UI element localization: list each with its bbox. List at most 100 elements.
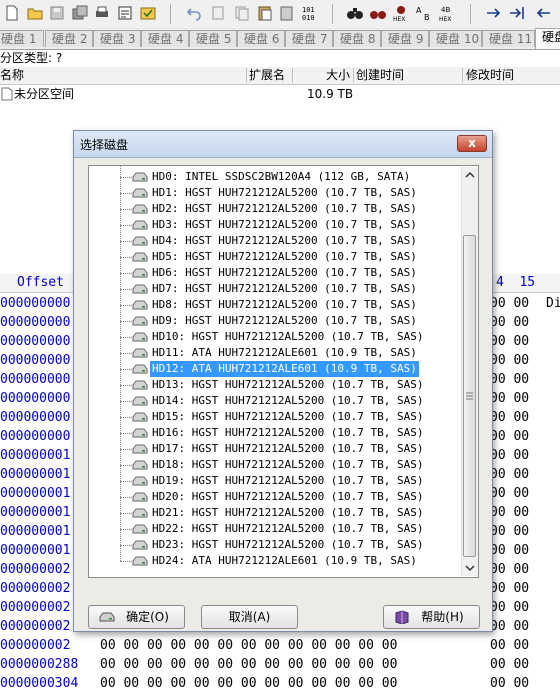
disk-list-item[interactable]: HD18: HGST HUH721212AL5200 (10.7 TB, SAS… — [89, 457, 462, 473]
disk-list-item[interactable]: HD15: HGST HUH721212AL5200 (10.7 TB, SAS… — [89, 409, 462, 425]
row-bytes-right[interactable]: 00 00 — [490, 313, 529, 332]
disk-list-item[interactable]: HD17: HGST HUH721212AL5200 (10.7 TB, SAS… — [89, 441, 462, 457]
close-button[interactable]: x — [457, 135, 487, 152]
disk-list-item[interactable]: HD11: ATA HUH721212ALE601 (10.9 TB, SAS) — [89, 345, 462, 361]
row-bytes-right[interactable]: 00 00 — [490, 351, 529, 370]
disk-list-item[interactable]: HD3: HGST HUH721212AL5200 (10.7 TB, SAS) — [89, 217, 462, 233]
go-forward-icon[interactable] — [485, 4, 503, 22]
row-bytes-right[interactable]: 00 00 — [490, 427, 529, 446]
disk-list-item[interactable]: HD10: HGST HUH721212AL5200 (10.7 TB, SAS… — [89, 329, 462, 345]
ok-button[interactable]: 确定(O) — [88, 605, 185, 629]
save-icon[interactable] — [48, 4, 66, 22]
help-button[interactable]: 帮助(H) — [383, 605, 480, 629]
cancel-button[interactable]: 取消(A) — [201, 605, 298, 629]
disk-list-item[interactable]: HD19: HGST HUH721212AL5200 (10.7 TB, SAS… — [89, 473, 462, 489]
vertical-scrollbar[interactable] — [461, 167, 478, 576]
tab-disk-3[interactable]: 硬盘 3 — [93, 30, 141, 47]
row-bytes-right[interactable]: 00 00 — [490, 446, 529, 465]
tab-disk-4[interactable]: 硬盘 4 — [141, 30, 189, 47]
disk-list-item[interactable]: HD4: HGST HUH721212AL5200 (10.7 TB, SAS) — [89, 233, 462, 249]
tab-disk-10[interactable]: 硬盘 10 — [429, 30, 482, 47]
properties-icon[interactable] — [116, 4, 134, 22]
column-divider[interactable] — [462, 68, 463, 83]
tab-disk-7[interactable]: 硬盘 7 — [285, 30, 333, 47]
print-icon[interactable] — [93, 4, 111, 22]
tab-disk-active[interactable]: 硬盘 — [535, 28, 560, 49]
row-bytes-right[interactable]: 00 00 — [490, 541, 529, 560]
tab-disk-2[interactable]: 硬盘 2 — [45, 30, 93, 47]
row-bytes-right[interactable]: 00 00 — [490, 465, 529, 484]
scroll-up-button[interactable] — [462, 167, 478, 183]
disk-list-item[interactable]: HD9: HGST HUH721212AL5200 (10.7 TB, SAS) — [89, 313, 462, 329]
row-bytes-right[interactable]: 00 00 — [490, 522, 529, 541]
row-bytes-right[interactable]: 00 00 — [490, 674, 529, 693]
disk-list-item[interactable]: HD20: HGST HUH721212AL5200 (10.7 TB, SAS… — [89, 489, 462, 505]
column-modified[interactable]: 修改时间 — [466, 67, 514, 84]
paste-icon[interactable] — [256, 4, 274, 22]
tab-disk-11[interactable]: 硬盘 11 — [482, 30, 535, 47]
undo-icon[interactable] — [185, 4, 203, 22]
row-bytes-right[interactable]: 00 00 — [490, 389, 529, 408]
disk-list-item[interactable]: HD0: INTEL SSDSC2BW120A4 (112 GB, SATA) — [89, 169, 462, 185]
replace-hex-icon[interactable]: 4B HEX — [438, 4, 456, 22]
row-bytes-right[interactable]: 00 00 — [490, 503, 529, 522]
row-bytes[interactable]: 00 00 00 00 00 00 00 00 00 00 00 00 00 — [100, 636, 397, 655]
row-bytes[interactable]: 00 00 00 00 00 00 00 00 00 00 00 00 00 — [100, 655, 397, 674]
row-bytes-right[interactable]: 00 00 — [490, 332, 529, 351]
row-bytes-right[interactable]: 00 00 — [490, 636, 529, 655]
disk-list-item[interactable]: HD2: HGST HUH721212AL5200 (10.7 TB, SAS) — [89, 201, 462, 217]
hex-row[interactable]: 0000000304 00 00 00 00 00 00 00 00 00 00 … — [0, 674, 560, 693]
column-created[interactable]: 创建时间 — [356, 67, 404, 84]
paste-special-icon[interactable] — [278, 4, 296, 22]
row-bytes-right[interactable]: 00 00 — [490, 294, 529, 313]
tab-disk-9[interactable]: 硬盘 9 — [381, 30, 429, 47]
disk-list-item[interactable]: HD22: HGST HUH721212AL5200 (10.7 TB, SAS… — [89, 521, 462, 537]
disk-list-item[interactable]: HD1: HGST HUH721212AL5200 (10.7 TB, SAS) — [89, 185, 462, 201]
row-bytes-right[interactable]: 00 00 — [490, 370, 529, 389]
tab-disk-1[interactable]: 硬盘 1 — [0, 30, 44, 47]
disk-list-item[interactable]: HD24: ATA HUH721212ALE601 (10.9 TB, SAS) — [89, 553, 462, 569]
copy-icon[interactable] — [233, 4, 251, 22]
hex-row[interactable]: 0000000288 00 00 00 00 00 00 00 00 00 00 … — [0, 655, 560, 674]
disk-list-item[interactable]: HD13: HGST HUH721212AL5200 (10.7 TB, SAS… — [89, 377, 462, 393]
row-bytes-right[interactable]: 00 00 — [490, 655, 529, 674]
row-bytes-right[interactable]: 00 00 — [490, 598, 529, 617]
goto-offset-icon[interactable] — [508, 4, 526, 22]
disk-list-item[interactable]: HD12: ATA HUH721212ALE601 (10.9 TB, SAS) — [89, 360, 462, 378]
cut-icon[interactable] — [209, 4, 227, 22]
row-bytes-right[interactable]: 00 00 — [490, 560, 529, 579]
open-folder-icon[interactable] — [26, 4, 44, 22]
row-bytes-right[interactable]: 00 00 — [490, 484, 529, 503]
scrollbar-thumb[interactable] — [463, 235, 476, 557]
row-bytes-right[interactable]: 00 00 — [490, 617, 529, 636]
save-all-icon[interactable] — [71, 4, 89, 22]
disk-list-item[interactable]: HD5: HGST HUH721212AL5200 (10.7 TB, SAS) — [89, 249, 462, 265]
open-disk-icon[interactable] — [139, 4, 157, 22]
disk-list-item[interactable]: HD14: HGST HUH721212AL5200 (10.7 TB, SAS… — [89, 393, 462, 409]
column-divider[interactable] — [353, 68, 354, 83]
tab-disk-8[interactable]: 硬盘 8 — [333, 30, 381, 47]
disk-list-item[interactable]: HD6: HGST HUH721212AL5200 (10.7 TB, SAS) — [89, 265, 462, 281]
scroll-down-button[interactable] — [462, 560, 478, 576]
disk-list-item[interactable]: HD23: HGST HUH721212AL5200 (10.7 TB, SAS… — [89, 537, 462, 553]
column-size[interactable]: 大小 — [326, 67, 350, 84]
hex-row[interactable]: 000000002 00 00 00 00 00 00 00 00 00 00 0… — [0, 636, 560, 655]
disk-tree[interactable]: HD0: INTEL SSDSC2BW120A4 (112 GB, SATA) H… — [88, 165, 479, 578]
go-back-icon[interactable] — [534, 4, 552, 22]
find-icon[interactable] — [346, 4, 364, 22]
column-divider[interactable] — [292, 68, 293, 83]
column-divider[interactable] — [246, 68, 247, 83]
tab-disk-5[interactable]: 硬盘 5 — [189, 30, 237, 47]
row-bytes[interactable]: 00 00 00 00 00 00 00 00 00 00 00 00 00 — [100, 674, 397, 693]
disk-list-item[interactable]: HD21: HGST HUH721212AL5200 (10.7 TB, SAS… — [89, 505, 462, 521]
column-name[interactable]: 名称 — [0, 67, 24, 84]
disk-list-item[interactable]: HD8: HGST HUH721212AL5200 (10.7 TB, SAS) — [89, 297, 462, 313]
binary-icon[interactable]: 101010 — [301, 4, 319, 22]
list-item[interactable]: 未分区空间 10.9 TB — [0, 86, 560, 102]
row-bytes-right[interactable]: 00 00 — [490, 579, 529, 598]
tab-disk-6[interactable]: 硬盘 6 — [237, 30, 285, 47]
disk-list-item[interactable]: HD7: HGST HUH721212AL5200 (10.7 TB, SAS) — [89, 281, 462, 297]
find-hex-icon[interactable]: HEX — [392, 4, 410, 22]
find-text-icon[interactable] — [369, 4, 387, 22]
dialog-title-bar[interactable]: 选择磁盘 x — [74, 131, 492, 158]
